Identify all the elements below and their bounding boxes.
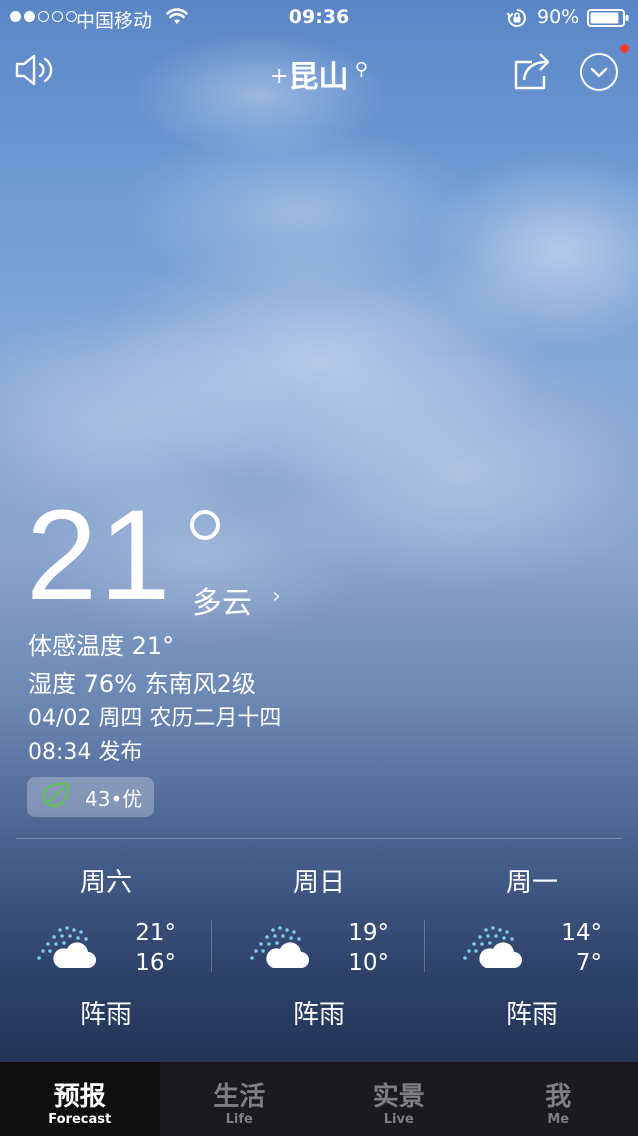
tab-bar: 预报 Forecast 生活 Life 实景 Live 我 Me — [0, 1062, 638, 1136]
battery-percent: 90% — [537, 6, 580, 28]
chevron-right-icon[interactable]: › — [272, 584, 281, 609]
forecast-high: 19° — [348, 920, 389, 946]
tab-sublabel: Me — [547, 1112, 570, 1127]
date-line: 04/02 周四 农历二月十四 — [28, 706, 282, 731]
forecast-high: 21° — [135, 920, 176, 946]
degree-symbol — [190, 510, 220, 540]
shower-rain-icon — [34, 924, 98, 976]
tab-label: 我 — [545, 1082, 572, 1112]
forecast-day-label: 周一 — [505, 868, 558, 898]
location-pin-icon: ⚲ — [348, 59, 368, 80]
forecast-low: 7° — [575, 950, 602, 976]
status-bar: 中国移动 09:36 90% — [0, 0, 638, 36]
tab-label: 实景 — [372, 1082, 425, 1112]
current-temperature: 21 — [26, 484, 173, 627]
leaf-icon — [41, 782, 71, 812]
forecast-day[interactable]: 周日 19° 10° 阵雨 — [213, 862, 425, 1052]
current-condition[interactable]: 多云 — [192, 578, 252, 622]
chevron-down-icon[interactable] — [580, 53, 618, 91]
rotation-lock-icon — [506, 8, 528, 33]
forecast-low: 16° — [135, 950, 176, 976]
column-separator — [424, 920, 425, 972]
notification-badge — [620, 44, 629, 53]
humidity-wind: 湿度 76% 东南风2级 — [28, 670, 256, 698]
tab-sublabel: Forecast — [48, 1112, 112, 1127]
aqi-badge[interactable]: 43•优 — [27, 777, 154, 817]
divider — [16, 838, 622, 839]
forecast-day-label: 周六 — [79, 868, 132, 898]
aqi-value: 43•优 — [85, 786, 143, 811]
share-icon[interactable] — [510, 50, 554, 96]
forecast-condition: 阵雨 — [292, 1000, 345, 1030]
tab-label: 生活 — [213, 1082, 266, 1112]
tab-forecast[interactable]: 预报 Forecast — [0, 1062, 160, 1136]
forecast-condition: 阵雨 — [505, 1000, 558, 1030]
forecast-day[interactable]: 周一 14° 7° 阵雨 — [426, 862, 638, 1052]
tab-sublabel: Live — [383, 1112, 414, 1127]
forecast-low: 10° — [348, 950, 389, 976]
add-city-icon[interactable]: + — [270, 64, 288, 89]
tab-live[interactable]: 实景 Live — [319, 1062, 479, 1136]
tab-sublabel: Life — [225, 1112, 253, 1127]
forecast-day-label: 周日 — [292, 868, 345, 898]
city-name: 昆山 — [288, 60, 349, 95]
tab-life[interactable]: 生活 Life — [160, 1062, 320, 1136]
publish-time: 08:34 发布 — [28, 740, 143, 765]
feels-like: 体感温度 21° — [28, 632, 175, 660]
shower-rain-icon — [247, 924, 311, 976]
tab-me[interactable]: 我 Me — [479, 1062, 638, 1136]
tab-label: 预报 — [53, 1082, 106, 1112]
forecast-high: 14° — [561, 920, 602, 946]
forecast-day[interactable]: 周六 21° 16° 阵雨 — [0, 862, 212, 1052]
battery-icon — [587, 9, 629, 27]
forecast-condition: 阵雨 — [79, 1000, 132, 1030]
shower-rain-icon — [460, 924, 524, 976]
column-separator — [211, 920, 212, 972]
